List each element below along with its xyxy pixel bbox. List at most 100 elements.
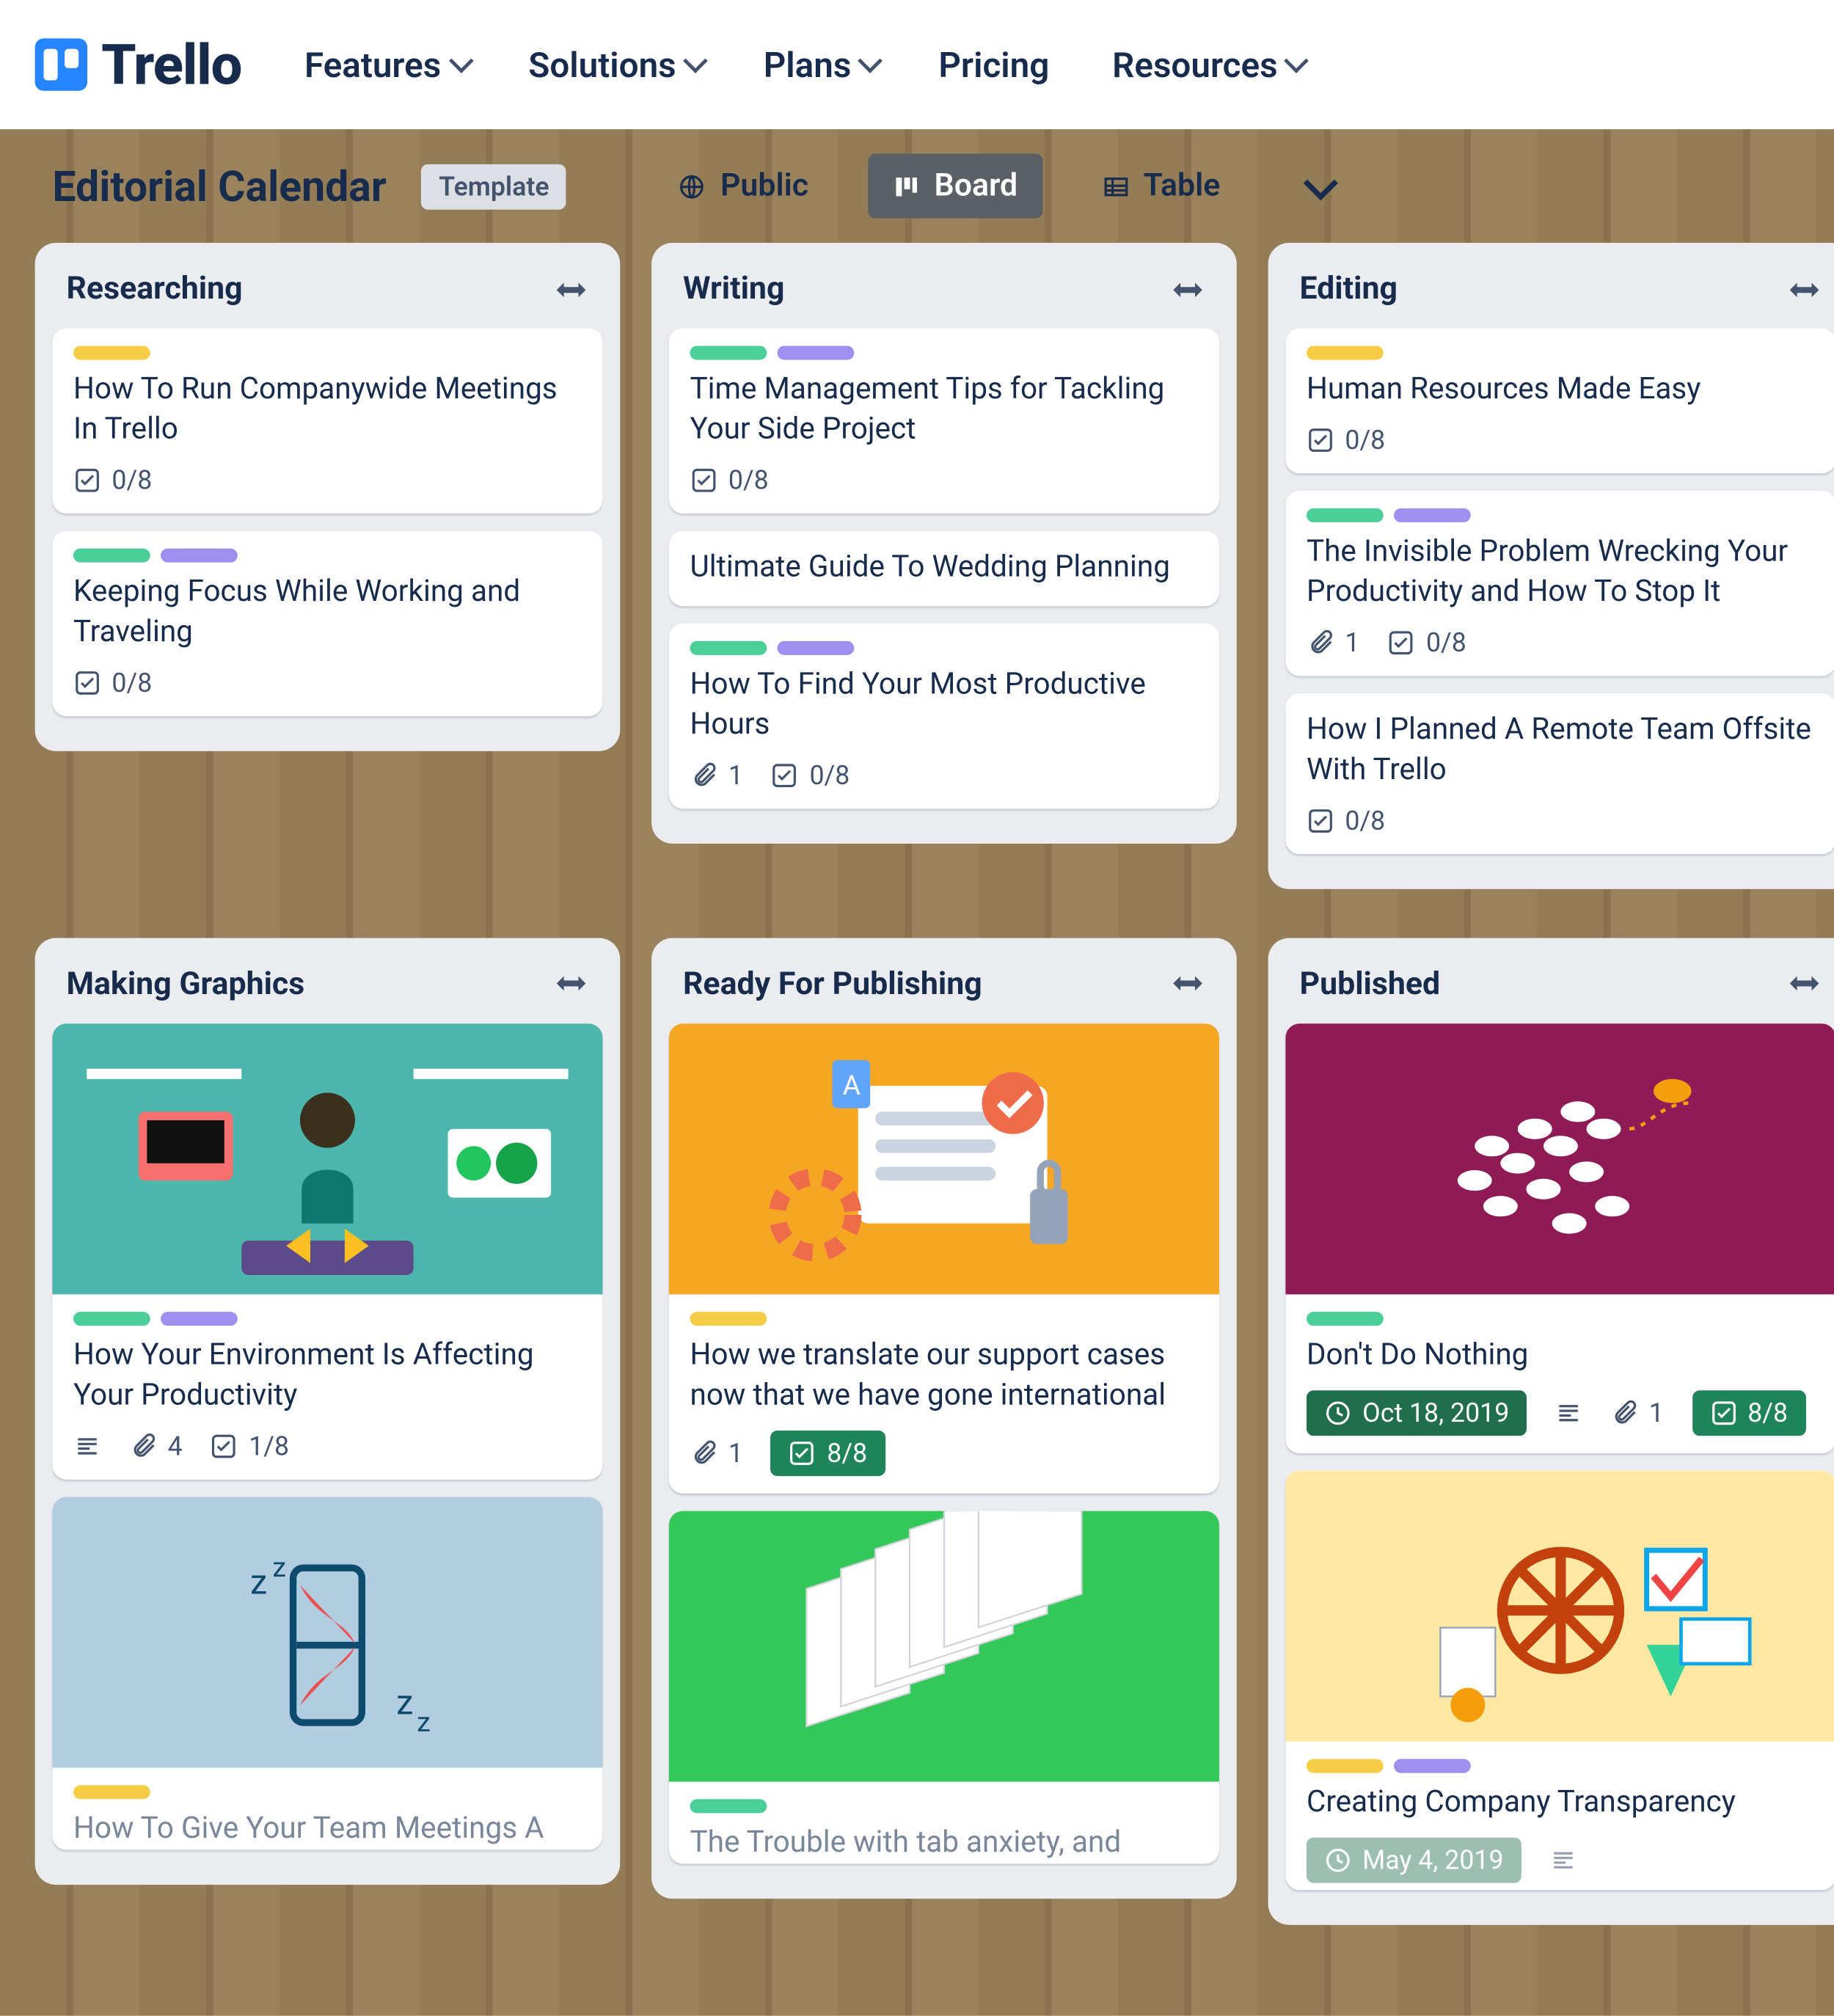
attachment-badge: 1 bbox=[1307, 627, 1359, 658]
card-title: Human Resources Made Easy bbox=[1307, 370, 1815, 411]
card-title: How I Planned A Remote Team Offsite With… bbox=[1307, 711, 1815, 791]
nav-features[interactable]: Features bbox=[304, 44, 466, 86]
label-purple bbox=[1394, 508, 1471, 522]
label-green bbox=[690, 346, 767, 359]
description-icon bbox=[73, 1431, 101, 1459]
view-more[interactable] bbox=[1279, 160, 1353, 212]
card-title: The Invisible Problem Wrecking Your Prod… bbox=[1307, 533, 1815, 613]
card[interactable]: How Your Environment Is Affecting Your P… bbox=[52, 1023, 602, 1479]
label-yellow bbox=[690, 1311, 767, 1325]
checklist-icon bbox=[771, 761, 799, 789]
nav-plans[interactable]: Plans bbox=[764, 44, 876, 86]
label-green bbox=[73, 1311, 150, 1325]
attachment-icon bbox=[690, 1439, 717, 1467]
svg-text:z: z bbox=[396, 1682, 413, 1722]
card[interactable]: Don't Do Nothing Oct 18, 2019 1 bbox=[1285, 1023, 1834, 1453]
label-purple bbox=[161, 1311, 238, 1325]
collapse-list-icon[interactable] bbox=[554, 277, 589, 301]
globe-icon bbox=[679, 172, 706, 200]
collapse-list-icon[interactable] bbox=[554, 971, 589, 996]
card-title: How Your Environment Is Affecting Your P… bbox=[73, 1336, 582, 1416]
label-purple bbox=[161, 548, 238, 562]
nav-solutions[interactable]: Solutions bbox=[528, 44, 701, 86]
trello-logo-icon bbox=[35, 38, 87, 90]
card[interactable]: The Trouble with tab anxiety, and bbox=[669, 1511, 1219, 1863]
checklist-icon bbox=[1709, 1398, 1737, 1426]
checklist-icon bbox=[73, 466, 101, 494]
board-icon bbox=[892, 172, 920, 200]
checklist-badge: 0/8 bbox=[690, 464, 768, 496]
card[interactable]: Ultimate Guide To Wedding Planning bbox=[669, 531, 1219, 606]
list-title[interactable]: Published bbox=[1299, 965, 1440, 1002]
attachment-icon bbox=[1610, 1398, 1638, 1426]
list-making-graphics: Making Graphics bbox=[35, 938, 621, 1884]
label-purple bbox=[1394, 1758, 1471, 1772]
list-title[interactable]: Making Graphics bbox=[66, 965, 304, 1002]
clock-icon bbox=[1324, 1846, 1352, 1874]
due-date-badge: Oct 18, 2019 bbox=[1307, 1389, 1527, 1435]
card-title: Keeping Focus While Working and Travelin… bbox=[73, 573, 582, 653]
board-title: Editorial Calendar bbox=[52, 161, 386, 211]
card-title: Creating Company Transparency bbox=[1307, 1783, 1815, 1823]
card[interactable]: How To Find Your Most Productive Hours 1… bbox=[669, 624, 1219, 808]
checklist-badge: 1/8 bbox=[211, 1430, 289, 1461]
list-title[interactable]: Ready For Publishing bbox=[683, 965, 982, 1002]
nav-resources[interactable]: Resources bbox=[1112, 44, 1302, 86]
description-icon bbox=[1554, 1398, 1582, 1426]
nav-pricing[interactable]: Pricing bbox=[938, 44, 1049, 86]
card[interactable]: How To Run Companywide Meetings In Trell… bbox=[52, 329, 602, 514]
attachment-badge: 1 bbox=[690, 1437, 742, 1469]
list-title[interactable]: Writing bbox=[683, 271, 784, 307]
chevron-down-icon bbox=[1303, 165, 1337, 200]
checklist-badge-complete: 8/8 bbox=[771, 1430, 885, 1475]
list-published: Published bbox=[1268, 938, 1834, 1924]
label-green bbox=[690, 640, 767, 654]
checklist-icon bbox=[73, 668, 101, 696]
card[interactable]: Human Resources Made Easy 0/8 bbox=[1285, 329, 1834, 473]
label-purple bbox=[778, 640, 855, 654]
label-yellow bbox=[1307, 346, 1384, 359]
visibility-public[interactable]: Public bbox=[654, 154, 833, 219]
card[interactable]: Creating Company Transparency May 4, 201… bbox=[1285, 1470, 1834, 1889]
checklist-badge: 0/8 bbox=[771, 759, 850, 791]
due-date-badge: May 4, 2019 bbox=[1307, 1837, 1521, 1882]
label-yellow bbox=[73, 346, 150, 359]
checklist-icon bbox=[211, 1431, 238, 1459]
description-badge bbox=[1554, 1398, 1582, 1426]
list-writing: Writing Time Management Tips for Tacklin… bbox=[651, 243, 1237, 843]
card-cover-image: A bbox=[669, 1023, 1219, 1294]
checklist-icon bbox=[1307, 806, 1334, 834]
checklist-badge-complete: 8/8 bbox=[1692, 1389, 1805, 1435]
card[interactable]: Keeping Focus While Working and Travelin… bbox=[52, 531, 602, 716]
card[interactable]: A How we translate our support cases now… bbox=[669, 1023, 1219, 1493]
label-yellow bbox=[73, 1784, 150, 1798]
label-green bbox=[73, 548, 150, 562]
card[interactable]: z z z z How To Give Your Team Meetings A bbox=[52, 1496, 602, 1849]
card-cover-image bbox=[1285, 1023, 1834, 1294]
checklist-badge: 0/8 bbox=[1307, 805, 1385, 836]
card[interactable]: Time Management Tips for Tackling Your S… bbox=[669, 329, 1219, 514]
card-title: Ultimate Guide To Wedding Planning bbox=[690, 548, 1198, 588]
collapse-list-icon[interactable] bbox=[1787, 971, 1822, 996]
trello-logo[interactable]: Trello bbox=[35, 32, 242, 98]
card-cover-image: z z z z bbox=[52, 1496, 602, 1767]
card[interactable]: The Invisible Problem Wrecking Your Prod… bbox=[1285, 491, 1834, 676]
collapse-list-icon[interactable] bbox=[1787, 277, 1822, 301]
clock-icon bbox=[1324, 1398, 1352, 1426]
card-title: The Trouble with tab anxiety, and bbox=[690, 1823, 1198, 1863]
template-badge: Template bbox=[421, 164, 566, 209]
checklist-icon bbox=[1388, 629, 1416, 657]
list-title[interactable]: Researching bbox=[66, 271, 242, 307]
collapse-list-icon[interactable] bbox=[1170, 277, 1205, 301]
view-board[interactable]: Board bbox=[868, 154, 1042, 219]
list-title[interactable]: Editing bbox=[1299, 271, 1398, 307]
view-table[interactable]: Table bbox=[1077, 154, 1245, 219]
svg-text:z: z bbox=[250, 1562, 267, 1602]
card-title: How To Run Companywide Meetings In Trell… bbox=[73, 370, 582, 450]
attachment-icon bbox=[690, 761, 717, 789]
attachment-badge: 4 bbox=[129, 1430, 182, 1461]
card[interactable]: How I Planned A Remote Team Offsite With… bbox=[1285, 693, 1834, 854]
label-green bbox=[690, 1798, 767, 1812]
collapse-list-icon[interactable] bbox=[1170, 971, 1205, 996]
description-badge bbox=[73, 1431, 101, 1459]
